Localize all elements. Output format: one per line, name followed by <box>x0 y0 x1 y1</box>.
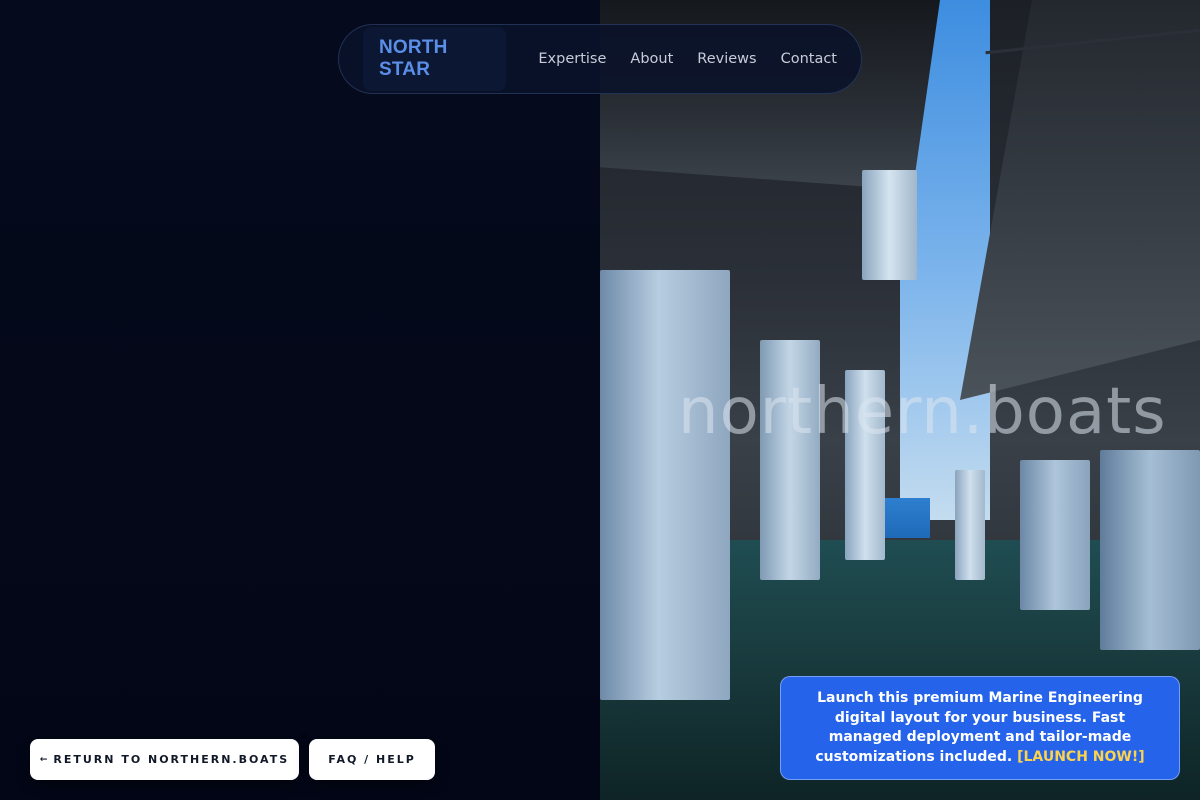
bridge-pillar <box>600 270 730 700</box>
bridge-pillar <box>955 470 985 580</box>
bridge-pillar <box>1100 450 1200 650</box>
return-button-label: RETURN TO NORTHERN.BOATS <box>53 753 290 766</box>
promo-banner[interactable]: Launch this premium Marine Engineering d… <box>780 676 1180 780</box>
nav-link-about[interactable]: About <box>630 51 673 67</box>
nav-link-reviews[interactable]: Reviews <box>697 51 756 67</box>
faq-button-label: FAQ / HELP <box>328 753 416 766</box>
bridge-pillar <box>1020 460 1090 610</box>
return-to-site-button[interactable]: ← RETURN TO NORTHERN.BOATS <box>30 739 299 780</box>
brand-logo[interactable]: NORTH STAR <box>363 27 507 91</box>
page: northern.boats NORTH STAR Expertise Abou… <box>0 0 1200 800</box>
nav-links: Expertise About Reviews Contact <box>538 51 837 67</box>
bridge-deck-right <box>960 0 1200 400</box>
faq-help-button[interactable]: FAQ / HELP <box>309 739 435 780</box>
promo-text-block: Launch this premium Marine Engineering d… <box>799 689 1161 767</box>
promo-cta-link[interactable]: [LAUNCH NOW!] <box>1017 749 1145 765</box>
hero-watermark-text: northern.boats <box>678 375 1167 449</box>
nav-link-contact[interactable]: Contact <box>781 51 837 67</box>
left-arrow-icon: ← <box>39 754 48 765</box>
nav-link-expertise[interactable]: Expertise <box>538 51 606 67</box>
bridge-pillar <box>862 170 917 280</box>
left-dark-panel <box>0 0 600 800</box>
top-navigation: NORTH STAR Expertise About Reviews Conta… <box>338 24 862 94</box>
